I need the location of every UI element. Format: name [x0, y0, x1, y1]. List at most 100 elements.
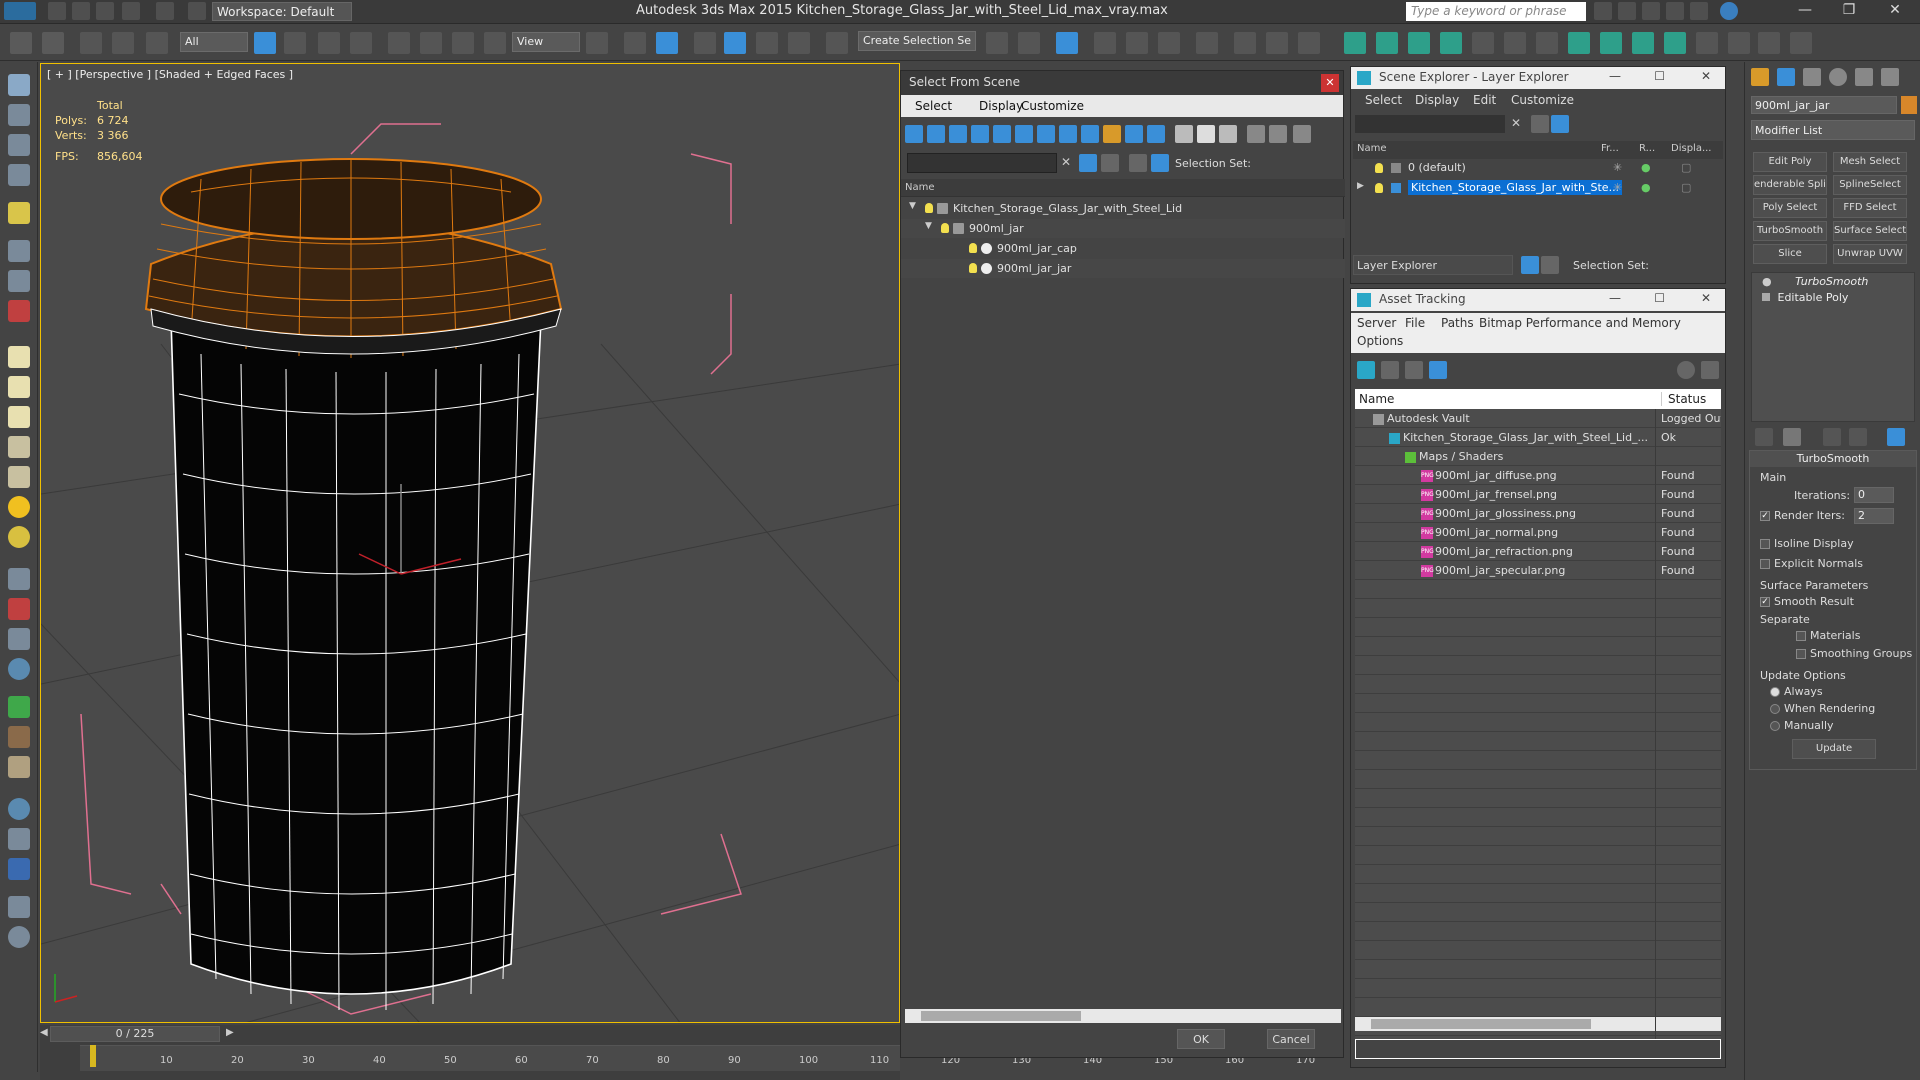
cancel-button[interactable]: Cancel: [1267, 1029, 1315, 1049]
close-button[interactable]: ✕: [1701, 291, 1711, 305]
scale-icon[interactable]: [452, 32, 474, 54]
percent-snap-icon[interactable]: [756, 32, 778, 54]
display-xrefs-icon[interactable]: [1059, 125, 1077, 143]
vray-proxy-icon[interactable]: [1472, 32, 1494, 54]
select-none-icon[interactable]: [1197, 125, 1215, 143]
create-cone-icon[interactable]: [8, 466, 30, 488]
help-icon[interactable]: [1677, 361, 1695, 379]
sort-icon[interactable]: [1269, 125, 1287, 143]
rotate-icon[interactable]: [420, 32, 442, 54]
display-hidden-icon[interactable]: [1147, 125, 1165, 143]
vray-teapot-icon[interactable]: [1728, 32, 1750, 54]
create-light-icon[interactable]: [8, 202, 30, 224]
list-view-icon[interactable]: [1381, 361, 1399, 379]
grid-view-icon[interactable]: [1429, 361, 1447, 379]
create-omni-icon[interactable]: [8, 526, 30, 548]
render-teapot-icon[interactable]: ●: [1641, 181, 1651, 194]
communication-icon[interactable]: [1642, 2, 1660, 20]
asset-row[interactable]: PNG900ml_jar_specular.png Found: [1355, 561, 1721, 580]
project-folder-icon[interactable]: [188, 2, 206, 20]
show-end-result-icon[interactable]: [1783, 428, 1801, 446]
remove-modifier-icon[interactable]: [1849, 428, 1867, 446]
create-teapot-icon[interactable]: [8, 74, 30, 96]
rendered-frame-icon[interactable]: [1266, 32, 1288, 54]
spinner-snap-icon[interactable]: [788, 32, 810, 54]
render-icon[interactable]: [8, 828, 30, 850]
place-icon[interactable]: [484, 32, 506, 54]
vray-dome-icon[interactable]: [1408, 32, 1430, 54]
horizontal-scrollbar[interactable]: [1355, 1017, 1721, 1031]
vray-material-icon[interactable]: [1758, 32, 1780, 54]
shell-icon[interactable]: [8, 756, 30, 778]
timeline-keyframe-marker[interactable]: [90, 1045, 96, 1067]
render-iters-spinner[interactable]: 2: [1854, 508, 1894, 524]
light-bulb-icon[interactable]: ●: [1762, 275, 1772, 288]
vray-sphere-icon[interactable]: [1536, 32, 1558, 54]
asset-row[interactable]: PNG900ml_jar_normal.png Found: [1355, 523, 1721, 542]
edit-named-selection-icon[interactable]: [826, 32, 848, 54]
highlight-icon[interactable]: [1101, 154, 1119, 172]
vray-light-icon[interactable]: [1344, 32, 1366, 54]
display-spacewarps-icon[interactable]: [1015, 125, 1033, 143]
pivot-center-icon[interactable]: [586, 32, 608, 54]
column-frozen[interactable]: Fr...: [1601, 143, 1619, 154]
close-icon[interactable]: ✕: [1321, 74, 1339, 92]
vray-plane-icon[interactable]: [1504, 32, 1526, 54]
render-iters-checkbox[interactable]: ✓ Render Iters:: [1760, 509, 1845, 522]
layer-row[interactable]: ▶ Kitchen_Storage_Glass_Jar_with_Ste... …: [1351, 180, 1725, 200]
menu-select[interactable]: Select: [1365, 93, 1402, 107]
manually-radio[interactable]: Manually: [1770, 719, 1834, 732]
save-icon[interactable]: [96, 2, 114, 20]
menu-server[interactable]: Server: [1357, 316, 1396, 330]
layer-explorer-icon[interactable]: [1521, 256, 1539, 274]
display-cameras-icon[interactable]: [971, 125, 989, 143]
clear-search-icon[interactable]: ✕: [1511, 116, 1521, 130]
asset-row[interactable]: PNG900ml_jar_frensel.png Found: [1355, 485, 1721, 504]
isoline-display-checkbox[interactable]: Isoline Display: [1760, 537, 1854, 550]
menu-customize[interactable]: Customize: [1021, 99, 1084, 113]
favorites-icon[interactable]: [1666, 2, 1684, 20]
modifier-button[interactable]: TurboSmooth: [1753, 221, 1827, 241]
find-filter-icon[interactable]: [1079, 154, 1097, 172]
hierarchy-tab-icon[interactable]: [1803, 68, 1821, 86]
vray-region-icon[interactable]: [1664, 32, 1686, 54]
tools-icon[interactable]: [1618, 2, 1636, 20]
menu-edit[interactable]: Edit: [1473, 93, 1496, 107]
move-icon[interactable]: [388, 32, 410, 54]
scrollbar-thumb[interactable]: [1371, 1019, 1591, 1029]
vray-sun-icon[interactable]: [1376, 32, 1398, 54]
timeline-track[interactable]: [80, 1045, 900, 1071]
rectangular-selection-icon[interactable]: [318, 32, 340, 54]
modifier-button[interactable]: Mesh Select: [1833, 152, 1907, 172]
filter-icon[interactable]: [1247, 125, 1265, 143]
curve-editor-icon[interactable]: [1126, 32, 1148, 54]
create-box-icon[interactable]: [8, 104, 30, 126]
unlink-icon[interactable]: [112, 32, 134, 54]
when-rendering-radio[interactable]: When Rendering: [1770, 702, 1875, 715]
perspective-viewport[interactable]: [ + ] [Perspective ] [Shaded + Edged Fac…: [40, 63, 900, 1023]
rollout-header[interactable]: TurboSmooth: [1750, 451, 1916, 467]
scene-explorer-search-input[interactable]: [1355, 115, 1505, 133]
collapse-arrow-icon[interactable]: ▼: [925, 221, 932, 231]
display-bones-icon[interactable]: [1081, 125, 1099, 143]
expand-icon[interactable]: [1762, 293, 1770, 301]
select-object-icon[interactable]: [254, 32, 276, 54]
column-renderable[interactable]: R...: [1639, 143, 1655, 154]
scrollbar-thumb[interactable]: [921, 1011, 1081, 1021]
vray-render-icon[interactable]: [1632, 32, 1654, 54]
modifier-button[interactable]: enderable Splir: [1753, 175, 1827, 195]
light-bulb-icon[interactable]: [1375, 183, 1383, 193]
graphite-tools-icon[interactable]: [1094, 32, 1116, 54]
update-button[interactable]: Update: [1792, 739, 1876, 759]
display-icon[interactable]: ▢: [1681, 181, 1691, 194]
gear-icon[interactable]: [8, 658, 30, 680]
collapse-arrow-icon[interactable]: ▼: [909, 201, 916, 211]
tree-item[interactable]: 900ml_jar_cap: [901, 239, 1345, 258]
cloth-icon[interactable]: [8, 628, 30, 650]
settings-icon[interactable]: [1701, 361, 1719, 379]
render-production-icon[interactable]: [1298, 32, 1320, 54]
display-tab-icon[interactable]: [1855, 68, 1873, 86]
material-editor-icon[interactable]: [1196, 32, 1218, 54]
calculator-icon[interactable]: [8, 896, 30, 918]
object-name-input[interactable]: 900ml_jar_jar: [1751, 96, 1897, 114]
